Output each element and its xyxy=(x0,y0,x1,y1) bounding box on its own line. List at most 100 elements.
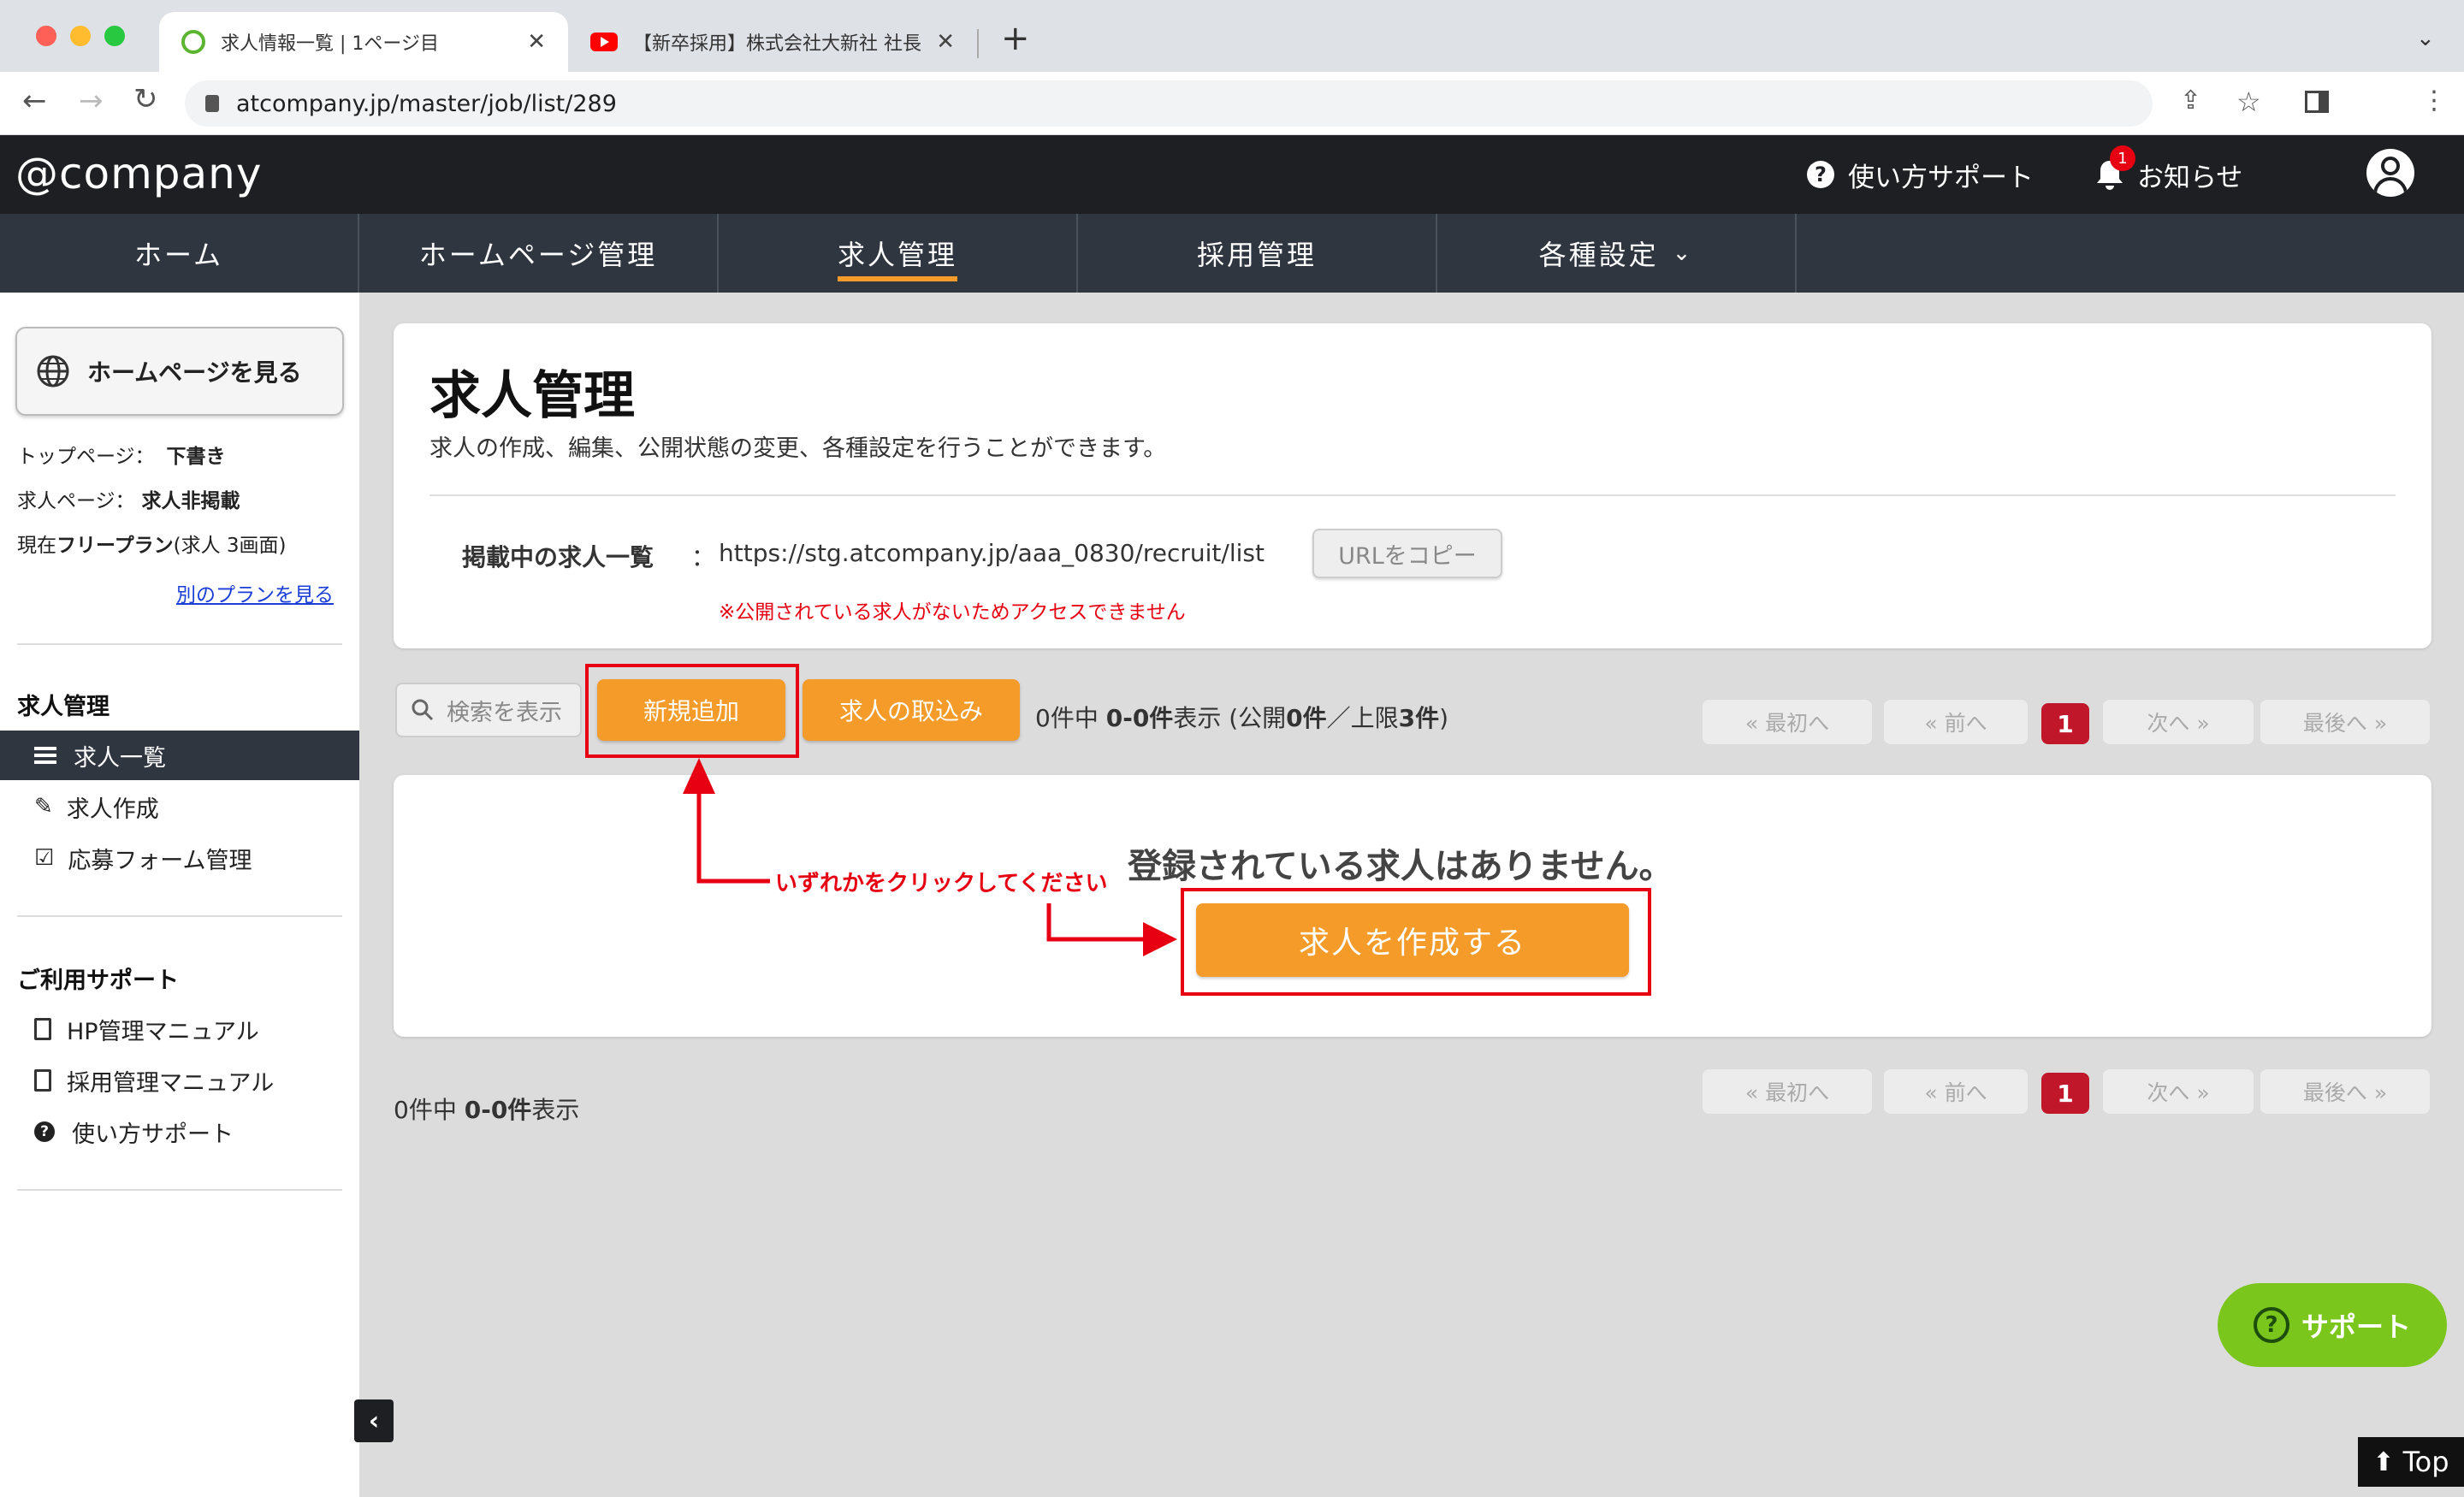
annotation-text: いずれかをクリックしてください xyxy=(775,871,1108,896)
page-header-card: 求人管理 求人の作成、編集、公開状態の変更、各種設定を行うことができます。 掲載… xyxy=(394,323,2431,648)
count-published: 0件 xyxy=(1286,704,1327,732)
pagination-current-label: 1 xyxy=(2057,1079,2074,1108)
listing-label: 掲載中の求人一覧 xyxy=(462,543,654,571)
company-logo[interactable]: @company xyxy=(15,144,262,204)
minimize-window-button[interactable] xyxy=(70,26,91,46)
sidebar-item-label: 使い方サポート xyxy=(72,1121,234,1148)
pagination-next-label: 次へ » xyxy=(2147,1080,2210,1105)
pagination-last[interactable]: 最後へ » xyxy=(2260,700,2430,744)
user-avatar-icon[interactable] xyxy=(2366,149,2414,197)
notice-label: お知らせ xyxy=(2137,162,2243,193)
tab-close-icon[interactable]: ✕ xyxy=(936,29,955,55)
sidebar-item-hp-manual[interactable]: HP管理マニュアル xyxy=(34,1011,259,1047)
tab-close-icon[interactable]: ✕ xyxy=(527,29,546,55)
checkbox-icon: ☑ xyxy=(34,845,55,871)
plan-name: フリープラン xyxy=(56,535,174,557)
help-link[interactable]: ? 使い方サポート xyxy=(1807,151,2034,198)
add-job-label: 新規追加 xyxy=(643,697,739,725)
view-homepage-button[interactable]: ホームページを見る xyxy=(15,327,344,416)
tab-title: 【新卒採用】株式会社大新社 社長 xyxy=(633,33,921,55)
pdf-file-icon xyxy=(34,1018,51,1040)
pagination-next[interactable]: 次へ » xyxy=(2103,1069,2254,1114)
sidebar-item-label: HP管理マニュアル xyxy=(67,1018,259,1045)
browser-tab-active[interactable]: 求人情報一覧 | 1ページ目 ✕ xyxy=(159,12,568,72)
plan-prefix: 現在 xyxy=(17,535,56,557)
other-plan-link[interactable]: 別のプランを見る xyxy=(176,578,334,607)
forward-icon[interactable]: → xyxy=(79,84,104,118)
support-button[interactable]: ? サポート xyxy=(2218,1283,2447,1367)
pagination-first-label: « 最初へ xyxy=(1744,1080,1830,1105)
bell-icon: 1 xyxy=(2094,145,2135,192)
address-bar[interactable]: atcompany.jp/master/job/list/289 xyxy=(185,80,2153,127)
sidebar-item-howto[interactable]: ? 使い方サポート xyxy=(34,1114,234,1150)
pagination-first[interactable]: « 最初へ xyxy=(1703,1069,1872,1114)
show-search-button[interactable]: 検索を表示 xyxy=(395,683,582,737)
plan-status: 現在フリープラン(求人 3画面) xyxy=(17,529,287,558)
nav-recruiting[interactable]: 採用管理 xyxy=(1078,214,1437,293)
annotation-arrows xyxy=(683,758,1177,956)
pagination-prev[interactable]: « 前へ xyxy=(1884,1069,2028,1114)
divider xyxy=(17,643,342,645)
nav-jobs-active[interactable]: 求人管理 xyxy=(719,214,1078,293)
add-job-button[interactable]: 新規追加 xyxy=(597,679,785,741)
sidebar-item-form-manage[interactable]: ☑ 応募フォーム管理 xyxy=(34,840,252,876)
divider xyxy=(17,1189,342,1191)
zoom-window-button[interactable] xyxy=(104,26,125,46)
sidebar-item-job-create[interactable]: ✎ 求人作成 xyxy=(34,789,159,825)
question-circle-icon: ? xyxy=(2253,1307,2289,1343)
tab-search-chevron-icon[interactable]: ⌄ xyxy=(2416,26,2435,51)
nav-settings[interactable]: 各種設定 ⌄ xyxy=(1437,214,1797,293)
create-job-label: 求人を作成する xyxy=(1298,926,1526,961)
nav-homepage-label: ホームページ管理 xyxy=(418,239,658,271)
back-to-top-label: Top xyxy=(2402,1446,2449,1478)
count-part: 0件中 xyxy=(394,1096,465,1124)
sidebar-item-label: 求人作成 xyxy=(66,796,159,823)
import-job-label: 求人の取込み xyxy=(838,697,983,725)
pagination-last[interactable]: 最後へ » xyxy=(2260,1069,2430,1114)
import-job-button[interactable]: 求人の取込み xyxy=(803,679,1020,741)
nav-homepage[interactable]: ホームページ管理 xyxy=(359,214,719,293)
reload-icon[interactable]: ↻ xyxy=(133,82,158,116)
question-circle-icon: ? xyxy=(1807,161,1834,188)
count-range: 0-0件 xyxy=(464,1096,532,1124)
side-panel-icon[interactable] xyxy=(2305,91,2329,113)
close-window-button[interactable] xyxy=(36,26,56,46)
top-page-status: トップページ： 下書き xyxy=(17,440,226,469)
count-limit: 3件 xyxy=(1398,704,1440,732)
pagination-next[interactable]: 次へ » xyxy=(2103,700,2254,744)
main-nav: ホーム ホームページ管理 求人管理 採用管理 各種設定 ⌄ xyxy=(0,214,2464,293)
count-part: 表示 xyxy=(531,1096,580,1124)
new-tab-icon[interactable]: + xyxy=(1001,19,1030,58)
sidebar xyxy=(0,293,359,1497)
lock-icon xyxy=(205,95,219,112)
pagination-last-label: 最後へ » xyxy=(2302,711,2388,736)
listing-url: https://stg.atcompany.jp/aaa_0830/recrui… xyxy=(719,539,1265,567)
sidebar-item-job-list[interactable]: 求人一覧 xyxy=(0,731,359,780)
share-icon[interactable]: ⇪ xyxy=(2180,86,2201,115)
browser-tab[interactable]: 【新卒採用】株式会社大新社 社長 ✕ xyxy=(568,12,977,72)
nav-home[interactable]: ホーム xyxy=(0,214,359,293)
browser-tab-strip: 求人情報一覧 | 1ページ目 ✕ 【新卒採用】株式会社大新社 社長 ✕ + ⌄ xyxy=(0,0,2464,72)
count-part: ／上限 xyxy=(1326,704,1399,732)
copy-url-label: URLをコピー xyxy=(1338,542,1477,570)
bottom-result-count: 0件中 0-0件表示 xyxy=(394,1092,579,1126)
pagination-current[interactable]: 1 xyxy=(2041,1073,2089,1114)
count-part: 0件中 xyxy=(1035,704,1106,732)
sidebar-item-recruit-manual[interactable]: 採用管理マニュアル xyxy=(34,1062,274,1098)
bookmark-star-icon[interactable]: ☆ xyxy=(2236,86,2261,118)
page-description: 求人の作成、編集、公開状態の変更、各種設定を行うことができます。 xyxy=(429,435,1167,462)
browser-menu-icon[interactable]: ⋮ xyxy=(2421,86,2447,115)
job-page-label: 求人ページ： xyxy=(17,490,135,512)
back-to-top-button[interactable]: ⬆ Top xyxy=(2358,1437,2464,1487)
collapse-sidebar-chevron-icon[interactable]: ‹ xyxy=(354,1399,394,1442)
pagination-first[interactable]: « 最初へ xyxy=(1703,700,1872,744)
copy-url-button[interactable]: URLをコピー xyxy=(1312,529,1502,578)
sidebar-item-label: 求人一覧 xyxy=(74,744,166,772)
back-icon[interactable]: ← xyxy=(22,84,47,118)
pagination-current[interactable]: 1 xyxy=(2041,703,2089,744)
create-job-button[interactable]: 求人を作成する xyxy=(1196,903,1629,977)
pagination-prev[interactable]: « 前へ xyxy=(1884,700,2028,744)
globe-icon xyxy=(37,355,69,388)
question-circle-icon: ? xyxy=(34,1121,55,1142)
notice-link[interactable]: 1 お知らせ xyxy=(2094,145,2243,198)
